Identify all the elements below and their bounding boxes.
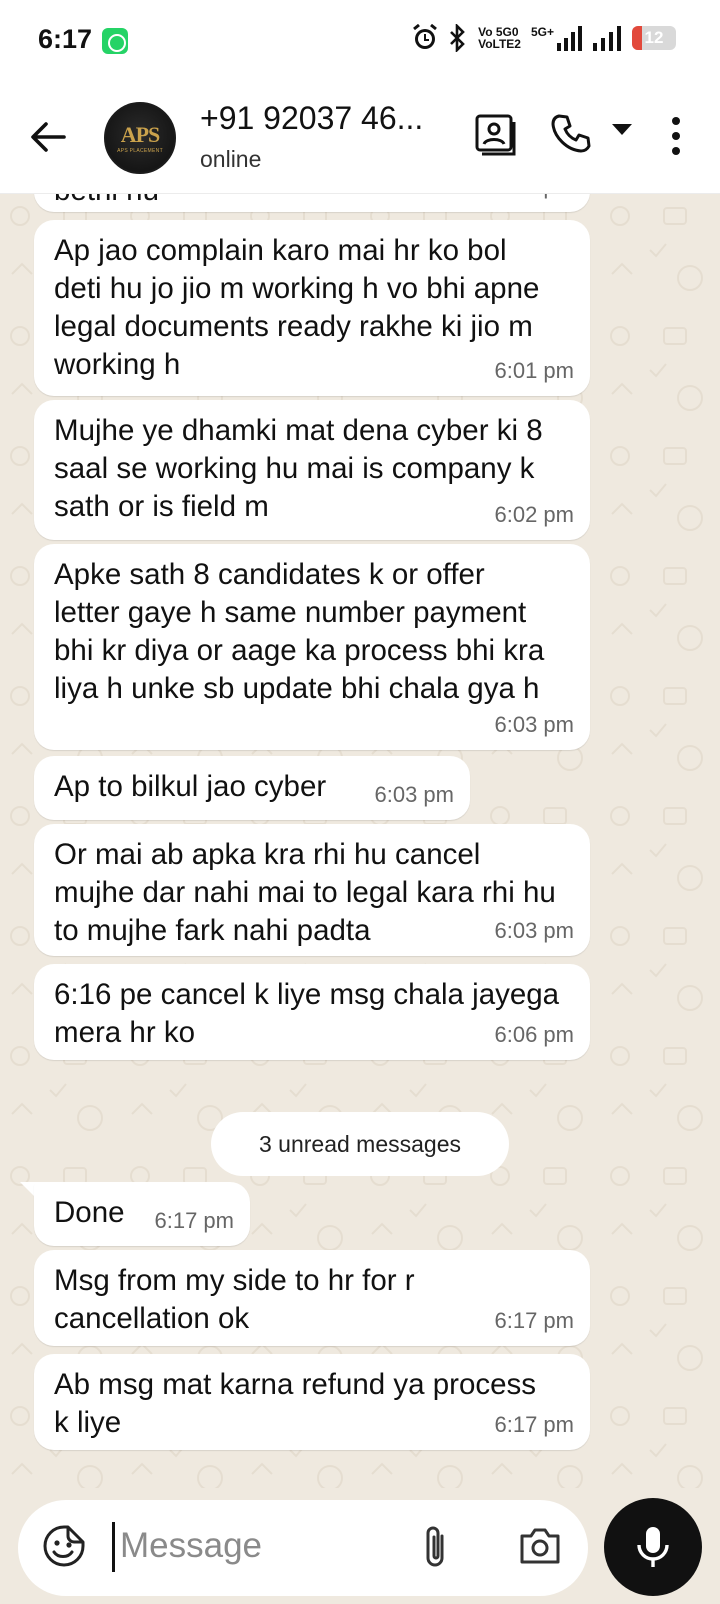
message-time: 6:03 pm bbox=[494, 712, 575, 737]
paperclip-icon bbox=[426, 1526, 444, 1567]
alarm-icon bbox=[412, 24, 438, 52]
message-text: Apke sath 8 candidates k or offer letter… bbox=[54, 558, 545, 705]
message-time: 6:03 pm bbox=[374, 782, 455, 807]
attach-button[interactable] bbox=[422, 1524, 450, 1570]
voice-call-button[interactable] bbox=[550, 112, 592, 156]
contact-card-icon bbox=[475, 114, 516, 156]
message-bubble[interactable]: Msg from my side to hr for r cancellatio… bbox=[34, 1250, 590, 1346]
text-cursor bbox=[112, 1522, 115, 1572]
message-bubble[interactable]: Ap jao complain karo mai hr ko bol deti … bbox=[34, 220, 590, 396]
message-time: 6:01 pm bbox=[494, 358, 575, 383]
chevron-down-icon bbox=[612, 124, 632, 135]
message-input[interactable]: Message bbox=[120, 1526, 262, 1566]
camera-button[interactable] bbox=[518, 1524, 562, 1566]
video-call-button[interactable] bbox=[474, 112, 518, 156]
signal-icon bbox=[557, 26, 582, 51]
message-bubble[interactable]: 6:16 pe cancel k liye msg chala jayega m… bbox=[34, 964, 590, 1060]
message-bubble[interactable]: Ap to bilkul jao cyber 6:03 pm bbox=[34, 756, 470, 820]
back-button[interactable] bbox=[26, 114, 72, 160]
message-bubble[interactable]: Ab msg mat karna refund ya process k liy… bbox=[34, 1354, 590, 1450]
avatar[interactable]: APS APS PLACEMENT bbox=[104, 102, 176, 174]
status-time: 6:17 bbox=[38, 24, 93, 54]
message-time: 6:17 pm bbox=[494, 1308, 575, 1333]
message-bubble[interactable]: Done 6:17 pm bbox=[34, 1182, 250, 1246]
message-bubble[interactable]: Apke sath 8 candidates k or offer letter… bbox=[34, 544, 590, 750]
unread-messages-divider: 3 unread messages bbox=[211, 1112, 509, 1176]
message-bubble[interactable]: bethi hu 6:00 pm bbox=[34, 194, 590, 212]
message-input-container[interactable]: Message bbox=[18, 1500, 588, 1596]
whatsapp-notification-icon bbox=[102, 28, 128, 54]
signal-icon bbox=[592, 25, 622, 51]
status-icons: Vo 5G0 VoLTE2 5G+ 12 bbox=[412, 24, 676, 52]
arrow-back-icon bbox=[31, 122, 66, 152]
avatar-logo: APS bbox=[120, 122, 161, 147]
more-options-button[interactable] bbox=[664, 114, 688, 158]
message-bubble[interactable]: Or mai ab apka kra rhi hu cancel mujhe d… bbox=[34, 824, 590, 956]
contact-name[interactable]: +91 92037 46... bbox=[200, 100, 423, 137]
message-time: 6:00 pm bbox=[495, 194, 575, 206]
status-bar: 6:17 Vo 5G0 VoLTE2 5G+ 12 bbox=[0, 0, 720, 84]
kebab-menu-icon bbox=[672, 117, 680, 155]
message-time: 6:03 pm bbox=[494, 918, 575, 943]
message-composer: Message bbox=[0, 1488, 720, 1604]
emoji-button[interactable] bbox=[42, 1524, 86, 1568]
volte-indicator: Vo 5G0 VoLTE2 bbox=[478, 25, 521, 51]
chat-area[interactable]: bethi hu 6:00 pm Ap jao complain karo ma… bbox=[0, 194, 720, 1488]
battery-icon: 12 bbox=[632, 26, 676, 50]
message-time: 6:17 pm bbox=[494, 1412, 575, 1437]
bluetooth-icon bbox=[448, 24, 468, 52]
avatar-logo-subtitle: APS PLACEMENT bbox=[117, 148, 163, 154]
network-indicator: 5G+ bbox=[531, 25, 582, 51]
sticker-emoji-icon bbox=[43, 1525, 85, 1567]
contact-status: online bbox=[200, 146, 262, 172]
message-time: 6:17 pm bbox=[154, 1208, 235, 1233]
message-time: 6:06 pm bbox=[494, 1022, 575, 1047]
call-options-dropdown[interactable] bbox=[612, 124, 632, 136]
voice-message-button[interactable] bbox=[604, 1498, 702, 1596]
microphone-icon bbox=[637, 1527, 669, 1567]
message-bubble[interactable]: Mujhe ye dhamki mat dena cyber ki 8 saal… bbox=[34, 400, 590, 540]
phone-icon bbox=[551, 114, 591, 153]
chat-header: APS APS PLACEMENT +91 92037 46... online bbox=[0, 84, 720, 194]
network-type: 5G+ bbox=[530, 25, 554, 39]
message-time: 6:02 pm bbox=[494, 502, 575, 527]
camera-icon bbox=[520, 1528, 560, 1564]
